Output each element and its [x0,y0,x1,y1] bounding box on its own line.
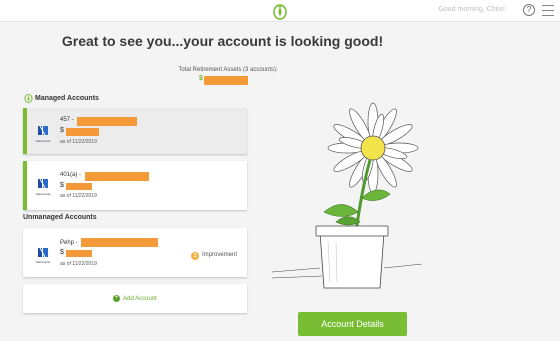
account-details-button[interactable]: Account Details [298,312,407,336]
provider-name: Nationwide [35,192,51,196]
improvement-label[interactable]: Improvement [202,252,237,258]
account-type: Pehp - [60,240,78,246]
account-card-pehp[interactable]: Nationwide Pehp - $ as of 11/22/2019 1 I… [23,228,247,277]
account-date: as of 11/22/2019 [60,139,97,145]
account-balance-dollar: $ [60,249,64,256]
page-headline: Great to see you...your account is looki… [61,33,384,49]
selected-indicator [23,108,27,154]
account-balance-dollar: $ [60,182,64,189]
total-assets-redaction [204,76,248,85]
plus-icon: + [113,295,121,302]
total-assets-dollar: $ [199,75,203,82]
total-assets-label: Total Retirement Assets (3 accounts): [178,67,278,73]
greeting-text: Good morning, Chris! [438,6,505,13]
leaf-left [323,204,359,217]
managed-accounts-title: Managed Accounts [35,95,99,102]
provider-name: Nationwide [35,139,51,143]
logo-icon[interactable] [272,2,288,20]
provider-name: Nationwide [35,260,51,264]
account-balance-redaction [66,183,92,190]
managed-accounts-icon [24,94,33,103]
leaf-right [361,189,391,201]
pot-rim [315,225,389,237]
unmanaged-accounts-title: Unmanaged Accounts [23,214,97,221]
account-date: as of 11/22/2019 [60,193,97,199]
account-date: as of 11/22/2019 [60,261,97,267]
top-bar: Good morning, Chris! ? [0,0,560,22]
nationwide-logo-icon [38,247,48,258]
daisy-center [360,135,386,161]
improvement-count-badge: 1 [191,252,199,260]
help-icon[interactable]: ? [523,4,535,16]
account-card-401a[interactable]: Nationwide 401(a) - $ as of 11/22/2019 [23,161,247,210]
daisy-pot-illustration [272,102,422,289]
account-type: 401(a) - [60,172,82,178]
menu-icon[interactable] [542,5,554,16]
nationwide-logo-icon [38,178,48,189]
account-card-457[interactable]: Nationwide 457 - $ as of 11/22/2019 [23,108,247,154]
leaf-small [335,216,361,226]
pot-body [319,231,385,289]
add-account-label: Add Account [123,296,157,303]
account-name-redaction [85,172,149,181]
account-name-redaction [81,238,158,247]
add-account-card[interactable]: + Add Account [23,284,247,313]
add-account-button[interactable]: + Add Account [23,295,247,302]
account-balance-redaction [66,250,92,257]
account-indicator [23,161,27,210]
account-name-redaction [77,117,137,126]
account-type: 457 - [60,117,74,123]
account-balance-dollar: $ [60,127,64,134]
nationwide-logo-icon [38,125,48,136]
account-balance-redaction [66,128,99,136]
